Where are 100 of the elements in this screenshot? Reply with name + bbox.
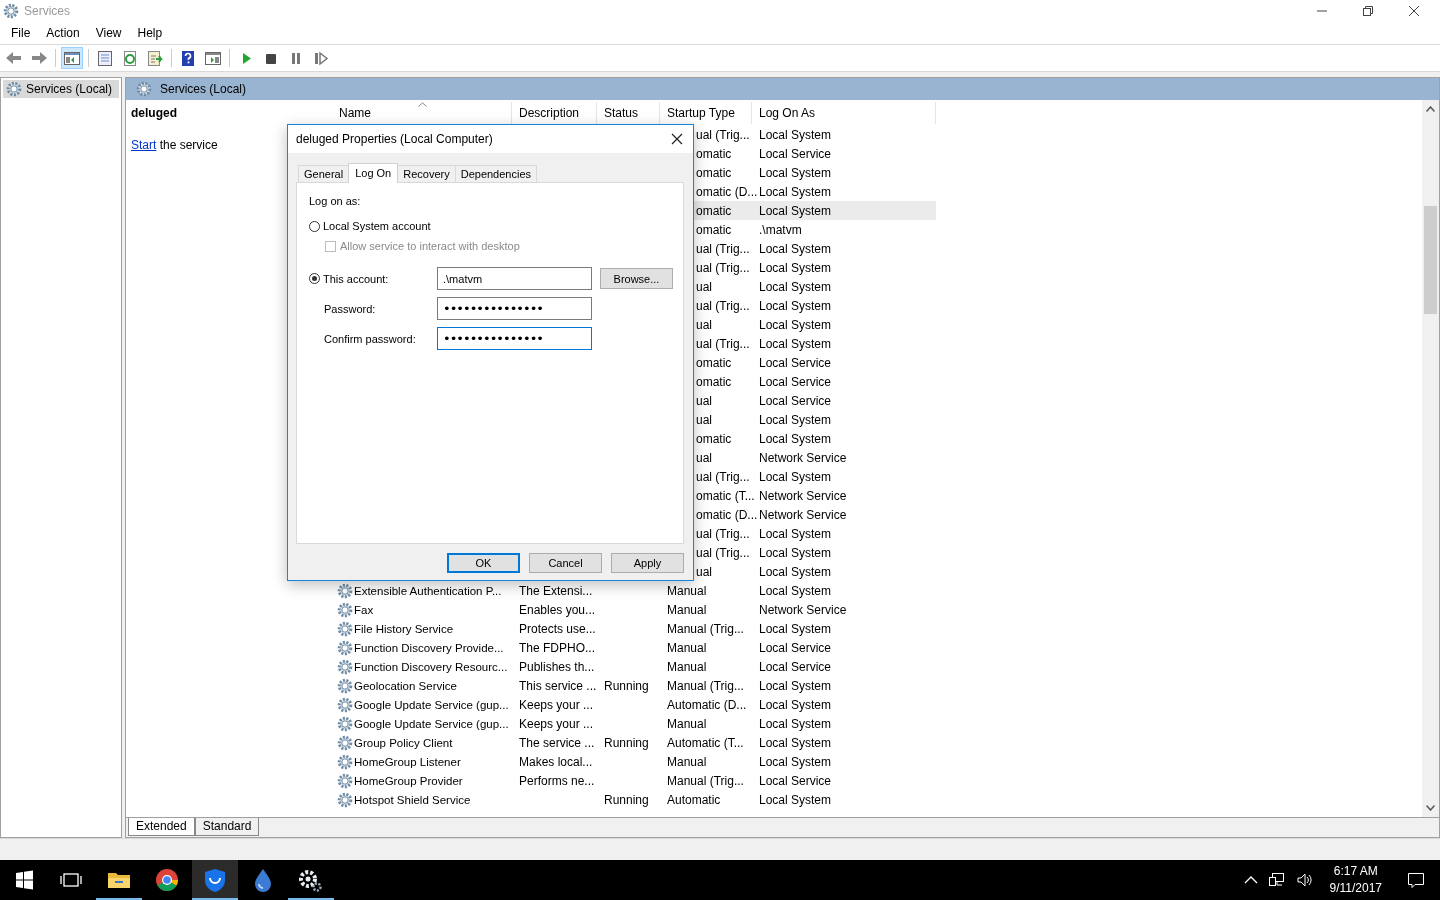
- table-cell: omatic: [696, 355, 732, 370]
- table-cell: omatic: [696, 374, 732, 389]
- table-row[interactable]: HomeGroup Listener Makes local... Manual Local System: [332, 752, 936, 771]
- table-cell: Local Service: [759, 659, 832, 674]
- table-row[interactable]: Function Discovery Resourc... Publishes th... Manual Local Service: [332, 657, 936, 676]
- table-row[interactable]: Function Discovery Provide... The FDPHO... Manual Local Service: [332, 638, 936, 657]
- close-icon[interactable]: [671, 133, 683, 145]
- dialog-button[interactable]: Cancel: [529, 553, 602, 573]
- service-gear-icon: [337, 791, 353, 808]
- table-cell: Network Service: [759, 602, 847, 617]
- menu-item[interactable]: Action: [38, 24, 88, 42]
- table-cell: Local System: [759, 431, 832, 446]
- table-cell: Local System: [759, 203, 832, 218]
- table-row[interactable]: Hotspot Shield Service Running Automatic Local System: [332, 790, 936, 809]
- menu-item[interactable]: View: [87, 24, 130, 42]
- service-name: deluged: [131, 106, 178, 120]
- table-cell: ual: [696, 564, 712, 579]
- table-cell: Automatic (T...: [667, 735, 744, 750]
- table-cell: Local System: [759, 754, 832, 769]
- table-cell: omatic (D...: [696, 184, 758, 199]
- sort-caret-icon: [417, 102, 427, 107]
- table-cell: Local System: [759, 298, 832, 313]
- dialog-tab[interactable]: Dependencies: [454, 165, 538, 182]
- table-cell: The FDPHO...: [519, 640, 595, 655]
- restore-icon[interactable]: [1362, 5, 1374, 17]
- volume-icon[interactable]: [1295, 872, 1314, 888]
- view-tab[interactable]: Extended: [128, 818, 195, 836]
- table-cell: Google Update Service (gup...: [354, 698, 509, 711]
- table-row[interactable]: Google Update Service (gup... Keeps your ... Automatic (D... Local System: [332, 695, 936, 714]
- table-cell: Fax: [354, 603, 374, 616]
- table-cell: Local System: [759, 469, 832, 484]
- confirm-password-field[interactable]: •••••••••••••••: [437, 327, 592, 350]
- table-cell: HomeGroup Listener: [354, 755, 461, 768]
- close-icon[interactable]: [1408, 5, 1420, 17]
- radio-label: This account:: [323, 272, 389, 285]
- gear-icon: [136, 81, 152, 97]
- radio-option[interactable]: This account:: [309, 272, 429, 285]
- table-cell: Manual: [667, 659, 707, 674]
- scroll-down-icon[interactable]: [1426, 805, 1435, 811]
- service-gear-icon: [337, 772, 353, 789]
- browse-button[interactable]: Browse...: [600, 268, 673, 289]
- table-cell: Local System: [759, 716, 832, 731]
- column-header[interactable]: Log On As: [752, 102, 936, 124]
- scroll-thumb[interactable]: [1424, 206, 1437, 314]
- checkbox-label: Allow service to interact with desktop: [340, 240, 520, 252]
- table-cell: Local Service: [759, 146, 832, 161]
- chevron-up-icon[interactable]: [1243, 875, 1258, 885]
- menu-item[interactable]: Help: [129, 24, 171, 42]
- table-row[interactable]: Extensible Authentication P... The Extensi... Manual Local System: [332, 581, 936, 600]
- service-gear-icon: [337, 677, 353, 694]
- table-row[interactable]: Group Policy Client The service ... Running Automatic (T... Local System: [332, 733, 936, 752]
- table-cell: Manual: [667, 602, 707, 617]
- table-cell: Manual: [667, 716, 707, 731]
- service-gear-icon: [337, 601, 353, 618]
- table-cell: Extensible Authentication P...: [354, 584, 502, 597]
- service-gear-icon: [337, 696, 353, 713]
- table-cell: ual: [696, 393, 712, 408]
- table-cell: omatic: [696, 222, 732, 237]
- table-cell: Local Service: [759, 393, 832, 408]
- table-cell: Local System: [759, 412, 832, 427]
- start-link[interactable]: Start: [131, 138, 157, 152]
- view-tab[interactable]: Standard: [194, 818, 260, 836]
- table-row[interactable]: Fax Enables you... Manual Network Service: [332, 600, 936, 619]
- vertical-scrollbar[interactable]: [1422, 100, 1439, 817]
- password-field[interactable]: •••••••••••••••: [437, 297, 592, 320]
- dialog-button[interactable]: OK: [447, 553, 520, 573]
- table-cell: ual: [696, 412, 712, 427]
- table-cell: Enables you...: [519, 602, 596, 617]
- radio-button[interactable]: [309, 220, 320, 232]
- table-cell: Network Service: [759, 450, 847, 465]
- dialog-tab[interactable]: Log On: [348, 163, 399, 183]
- notification-icon[interactable]: [1406, 871, 1426, 889]
- table-cell: omatic: [696, 431, 732, 446]
- pane-title: Services (Local): [160, 82, 247, 96]
- clock-date[interactable]: 9/11/2017: [1329, 880, 1382, 897]
- menu-item[interactable]: File: [3, 24, 39, 42]
- dialog-button[interactable]: Apply: [611, 553, 684, 573]
- table-cell: Local Service: [759, 640, 832, 655]
- table-cell: Local System: [759, 583, 832, 598]
- table-row[interactable]: HomeGroup Provider Performs ne... Manual (Trig... Local Service: [332, 771, 936, 790]
- table-cell: Group Policy Client: [354, 736, 453, 749]
- table-cell: ual (Trig...: [696, 260, 750, 275]
- shield-icon[interactable]: [192, 860, 238, 900]
- radio-button[interactable]: [309, 273, 320, 284]
- account-field[interactable]: .\matvm: [437, 267, 592, 290]
- table-cell: ual (Trig...: [696, 127, 750, 142]
- network-icon[interactable]: [1267, 872, 1286, 888]
- table-row[interactable]: Geolocation Service This service ... Running Manual (Trig... Local System: [332, 676, 936, 695]
- table-row[interactable]: Google Update Service (gup... Keeps your ... Manual Local System: [332, 714, 936, 733]
- table-cell: Local System: [759, 336, 832, 351]
- table-cell: Local System: [759, 279, 832, 294]
- table-cell: Local System: [759, 165, 832, 180]
- dialog-tab[interactable]: Recovery: [397, 165, 456, 182]
- table-cell: ual (Trig...: [696, 241, 750, 256]
- tree-item[interactable]: Services (Local): [3, 80, 119, 98]
- table-row[interactable]: File History Service Protects use... Manual (Trig... Local System: [332, 619, 936, 638]
- dialog-tab[interactable]: General: [298, 165, 350, 182]
- console-tree-icon[interactable]: [61, 47, 83, 69]
- scroll-up-icon[interactable]: [1426, 106, 1435, 112]
- clock-time[interactable]: 6:17 AM: [1333, 863, 1378, 880]
